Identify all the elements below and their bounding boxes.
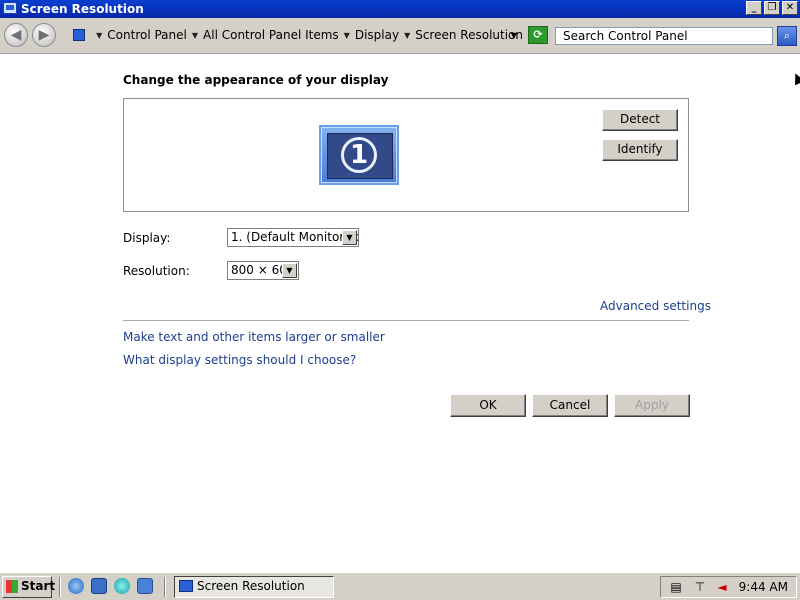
monitor-arrangement-panel: 1 Detect Identify bbox=[123, 98, 689, 212]
network-icon[interactable]: ▤ bbox=[669, 580, 683, 594]
divider bbox=[123, 320, 689, 321]
address-bar: ◀ ▶ ▼ Control Panel ▼ All Control Panel … bbox=[0, 18, 800, 54]
media-player-icon[interactable] bbox=[114, 578, 130, 594]
text-size-link[interactable]: Make text and other items larger or smal… bbox=[123, 330, 385, 344]
display-help-link[interactable]: What display settings should I choose? bbox=[123, 353, 356, 367]
title-bar[interactable]: Screen Resolution _ ❐ ✕ bbox=[0, 0, 800, 18]
refresh-button[interactable]: ⟳ bbox=[528, 26, 548, 44]
monitor-icon[interactable]: 1 bbox=[319, 125, 399, 185]
cancel-button[interactable]: Cancel bbox=[532, 394, 608, 417]
display-icon bbox=[179, 580, 193, 592]
display-icon bbox=[3, 2, 17, 14]
address-dropdown-icon[interactable]: ▼ bbox=[511, 31, 517, 40]
breadcrumb-display[interactable]: Display bbox=[355, 28, 399, 42]
chevron-down-icon[interactable]: ▼ bbox=[342, 230, 357, 245]
chevron-down-icon[interactable]: ▼ bbox=[96, 31, 102, 40]
page-title: Change the appearance of your display bbox=[123, 73, 389, 87]
display-select-value: 1. (Default Monitor) on bbox=[231, 230, 359, 244]
ok-button[interactable]: OK bbox=[450, 394, 526, 417]
control-panel-icon bbox=[73, 29, 86, 41]
restore-button[interactable]: ❐ bbox=[764, 1, 780, 15]
breadcrumb-screen-resolution[interactable]: Screen Resolution bbox=[415, 28, 523, 42]
breadcrumb-control-panel[interactable]: Control Panel bbox=[107, 28, 187, 42]
system-tray: ▤ ⊤ ◄ 9:44 AM bbox=[660, 576, 797, 598]
taskbar: Start Screen Resolution ▤ ⊤ ◄ 9:44 AM bbox=[0, 572, 800, 600]
monitor-number: 1 bbox=[341, 137, 377, 173]
clock[interactable]: 9:44 AM bbox=[739, 580, 788, 594]
taskbar-item-label: Screen Resolution bbox=[197, 579, 305, 593]
apply-button[interactable]: Apply bbox=[614, 394, 690, 417]
back-button[interactable]: ◀ bbox=[4, 23, 28, 47]
breadcrumb-all-items[interactable]: All Control Panel Items bbox=[203, 28, 339, 42]
forward-button[interactable]: ▶ bbox=[32, 23, 56, 47]
resolution-label: Resolution: bbox=[123, 264, 190, 278]
chevron-down-icon[interactable]: ▼ bbox=[344, 31, 350, 40]
search-icon[interactable]: ⌕ bbox=[777, 26, 797, 46]
close-button[interactable]: ✕ bbox=[782, 1, 798, 15]
search-input[interactable]: Search Control Panel bbox=[555, 27, 773, 45]
taskbar-divider bbox=[164, 577, 166, 597]
explorer-icon[interactable] bbox=[137, 578, 153, 594]
taskbar-divider bbox=[59, 577, 61, 597]
taskbar-item-screen-resolution[interactable]: Screen Resolution bbox=[174, 576, 334, 598]
window-controls: _ ❐ ✕ bbox=[746, 1, 798, 15]
window-title: Screen Resolution bbox=[21, 2, 144, 16]
chevron-down-icon[interactable]: ▼ bbox=[282, 263, 297, 278]
minimize-button[interactable]: _ bbox=[746, 1, 762, 15]
start-button[interactable]: Start bbox=[2, 576, 55, 598]
breadcrumb[interactable]: ▼ Control Panel ▼ All Control Panel Item… bbox=[73, 25, 523, 45]
identify-button[interactable]: Identify bbox=[602, 139, 678, 161]
chevron-down-icon[interactable]: ▼ bbox=[404, 31, 410, 40]
detect-button[interactable]: Detect bbox=[602, 109, 678, 131]
internet-explorer-icon[interactable] bbox=[68, 578, 84, 594]
chevron-down-icon[interactable]: ▼ bbox=[192, 31, 198, 40]
language-icon[interactable]: ⊤ bbox=[693, 580, 707, 594]
resolution-select[interactable]: 800 × 600 ▼ bbox=[227, 261, 299, 280]
show-desktop-icon[interactable] bbox=[91, 578, 107, 594]
display-select[interactable]: 1. (Default Monitor) on ▼ bbox=[227, 228, 359, 247]
volume-muted-icon[interactable]: ◄ bbox=[715, 580, 729, 594]
advanced-settings-link[interactable]: Advanced settings bbox=[600, 299, 711, 313]
display-label: Display: bbox=[123, 231, 171, 245]
